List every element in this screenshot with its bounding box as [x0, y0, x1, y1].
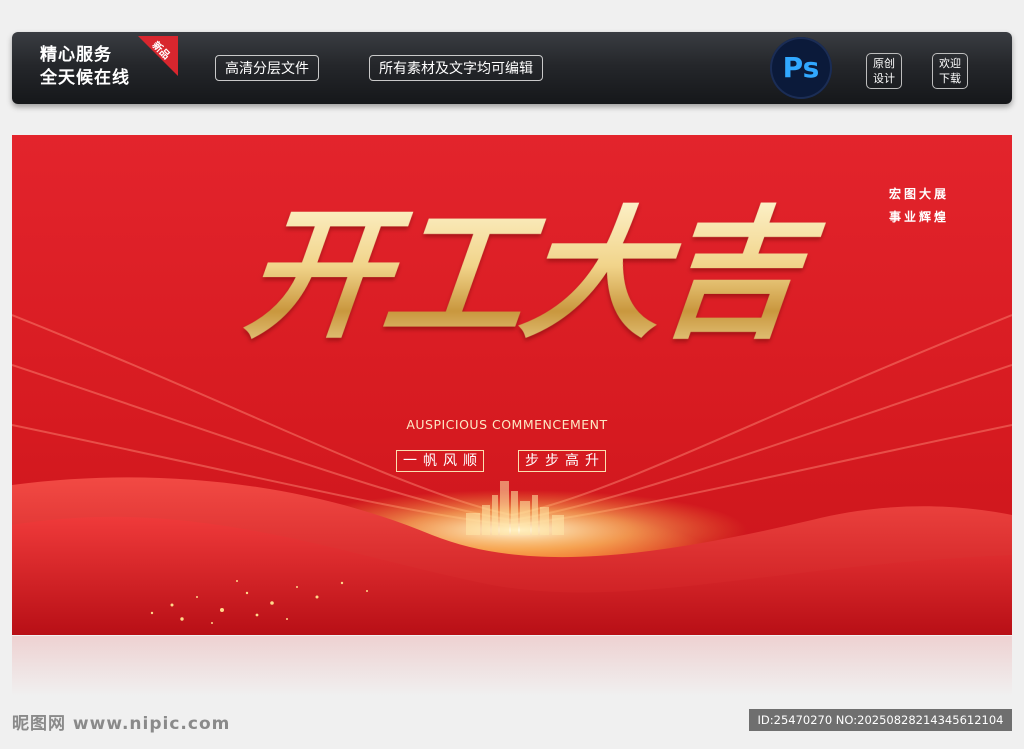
photoshop-icon: Ps — [770, 37, 832, 99]
photoshop-label: Ps — [782, 51, 820, 84]
hd-layered-tag: 高清分层文件 — [215, 55, 319, 81]
welcome-line-1: 欢迎 — [939, 57, 961, 70]
watermark-cn: 昵图网 — [12, 714, 66, 734]
slogan-line-1: 宏图大展 — [889, 187, 950, 201]
image-id-label: ID:25470270 NO:20250828214345612104 — [749, 709, 1012, 731]
original-design-badge: 原创 设计 — [866, 53, 902, 89]
original-line-2: 设计 — [873, 72, 895, 85]
site-watermark: 昵图网 www.nipic.com — [12, 709, 230, 734]
service-line-2: 全天候在线 — [40, 68, 130, 88]
editable-tag: 所有素材及文字均可编辑 — [369, 55, 543, 81]
welcome-line-2: 下载 — [939, 72, 961, 85]
phrase-box-1: 一帆风顺 — [396, 450, 484, 472]
banner-reflection — [12, 636, 1012, 696]
welcome-download-badge: 欢迎 下载 — [932, 53, 968, 89]
banner-artwork: 宏图大展 事业辉煌 开工大吉 AUSPICIOUS COMMENCEMENT 一… — [12, 135, 1012, 635]
slogan-line-2: 事业辉煌 — [889, 210, 950, 224]
main-title: 开工大吉 — [183, 185, 862, 365]
english-subtitle: AUSPICIOUS COMMENCEMENT — [406, 417, 608, 432]
promo-header-bar: 精心服务 全天候在线 新品 高清分层文件 所有素材及文字均可编辑 Ps 原创 设… — [12, 32, 1012, 104]
original-line-1: 原创 — [873, 57, 895, 70]
service-badge: 精心服务 全天候在线 — [40, 44, 130, 90]
service-line-1: 精心服务 — [40, 45, 112, 65]
new-badge-ribbon: 新品 — [138, 36, 178, 76]
watermark-url: www.nipic.com — [72, 714, 231, 734]
slogan: 宏图大展 事业辉煌 — [889, 183, 949, 229]
phrase-box-2: 步步高升 — [518, 450, 606, 472]
